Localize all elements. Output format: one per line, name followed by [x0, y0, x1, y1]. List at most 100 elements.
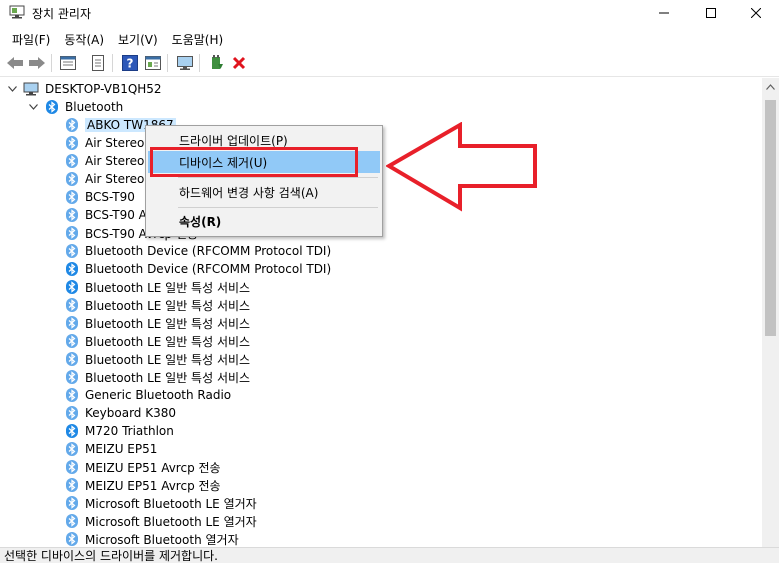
tree-root-label: DESKTOP-VB1QH52 [45, 82, 162, 96]
tree-device-item[interactable]: Microsoft Bluetooth LE 열거자 [66, 512, 257, 530]
scroll-up-button[interactable] [762, 78, 779, 95]
maximize-button[interactable] [688, 0, 734, 26]
tree-device-item[interactable]: Bluetooth Device (RFCOMM Protocol TDI) [66, 242, 331, 260]
tree-device-item[interactable]: BCS-T90 A [66, 206, 147, 224]
tree-device-item[interactable]: Bluetooth LE 일반 특성 서비스 [66, 278, 250, 296]
document-button[interactable] [88, 54, 108, 72]
tree-device-item[interactable]: Bluetooth LE 일반 특성 서비스 [66, 332, 250, 350]
tree-device-item[interactable]: Bluetooth LE 일반 특성 서비스 [66, 314, 250, 332]
bluetooth-icon [66, 226, 78, 240]
monitor-button[interactable] [175, 54, 195, 72]
bluetooth-icon [66, 442, 78, 456]
bluetooth-icon [66, 208, 78, 222]
tree-device-label: BCS-T90 [85, 190, 135, 204]
help-icon: ? [122, 55, 138, 71]
toolbar-separator [199, 54, 200, 72]
properties-grid-button[interactable] [58, 54, 78, 72]
bluetooth-icon [66, 352, 78, 366]
tree-device-item[interactable]: Keyboard K380 [66, 404, 176, 422]
bluetooth-icon [66, 460, 78, 474]
tree-device-item[interactable]: Air Stereo [66, 134, 144, 152]
tree-device-item[interactable]: Bluetooth LE 일반 특성 서비스 [66, 368, 250, 386]
bluetooth-icon [66, 298, 78, 312]
help-button[interactable]: ? [120, 54, 140, 72]
view-icon [145, 56, 161, 70]
tree-device-label: Bluetooth LE 일반 특성 서비스 [85, 352, 251, 367]
bluetooth-icon [66, 172, 78, 186]
update-driver-button[interactable] [207, 54, 227, 72]
back-icon [7, 57, 23, 69]
bluetooth-icon [66, 280, 78, 294]
tree-device-item[interactable]: MEIZU EP51 [66, 440, 157, 458]
tree-device-label: Bluetooth LE 일반 특성 서비스 [85, 370, 251, 385]
title-bar: 장치 관리자 [0, 0, 779, 26]
menu-view[interactable]: 보기(V) [112, 28, 164, 48]
bluetooth-icon [66, 334, 78, 348]
tree-root[interactable]: DESKTOP-VB1QH52 [6, 80, 162, 98]
chevron-down-icon[interactable] [27, 98, 39, 116]
chevron-down-icon[interactable] [6, 80, 18, 98]
bluetooth-icon [66, 532, 78, 546]
tree-category-bluetooth[interactable]: Bluetooth [27, 98, 123, 116]
tree-device-item[interactable]: Microsoft Bluetooth 열거자 [66, 530, 239, 547]
minimize-button[interactable] [641, 0, 687, 26]
bluetooth-icon [66, 154, 78, 168]
tree-device-item[interactable]: MEIZU EP51 Avrcp 전송 [66, 476, 221, 494]
document-icon [92, 55, 104, 71]
tree-device-item[interactable]: BCS-T90 [66, 188, 135, 206]
close-icon [751, 8, 761, 18]
bluetooth-icon [66, 118, 78, 132]
menu-item-properties[interactable]: 속성(R) [148, 210, 380, 232]
tree-device-label: Bluetooth Device (RFCOMM Protocol TDI) [85, 262, 332, 276]
tree-device-item[interactable]: Microsoft Bluetooth LE 열거자 [66, 494, 257, 512]
tree-device-item[interactable]: Generic Bluetooth Radio [66, 386, 231, 404]
annotation-arrow-icon [386, 122, 537, 212]
device-manager-icon [9, 5, 25, 19]
tree-device-label: Microsoft Bluetooth LE 열거자 [85, 496, 257, 511]
tree-device-item[interactable]: Air Stereo [66, 152, 144, 170]
tree-device-label: MEIZU EP51 [85, 442, 158, 456]
tree-device-item[interactable]: Bluetooth LE 일반 특성 서비스 [66, 296, 250, 314]
tree-device-item[interactable]: Bluetooth LE 일반 특성 서비스 [66, 350, 250, 368]
toolbar: ? [0, 50, 779, 77]
properties-grid-icon [60, 56, 76, 70]
menu-separator [178, 207, 378, 208]
close-button[interactable] [733, 0, 779, 26]
bluetooth-icon [66, 370, 78, 384]
annotation-highlight-box [150, 147, 358, 177]
back-button[interactable] [5, 54, 25, 72]
maximize-icon [706, 8, 716, 18]
bluetooth-icon [46, 100, 58, 114]
tree-device-label: Keyboard K380 [85, 406, 176, 420]
tree-device-label: MEIZU EP51 Avrcp 전송 [85, 478, 221, 493]
menu-help[interactable]: 도움말(H) [166, 28, 230, 48]
tree-device-item[interactable]: Air Stereo [66, 170, 144, 188]
scroll-thumb[interactable] [765, 100, 776, 336]
uninstall-icon [232, 56, 246, 70]
tree-category-label: Bluetooth [65, 100, 124, 114]
update-driver-icon [212, 55, 223, 69]
tree-device-item[interactable]: Bluetooth Device (RFCOMM Protocol TDI) [66, 260, 331, 278]
bluetooth-icon [66, 424, 78, 438]
bluetooth-icon [66, 478, 78, 492]
uninstall-button[interactable] [229, 54, 249, 72]
bluetooth-icon [66, 406, 78, 420]
toolbar-separator [112, 54, 113, 72]
tree-device-label: Bluetooth LE 일반 특성 서비스 [85, 316, 251, 331]
tree-device-label: Generic Bluetooth Radio [85, 388, 232, 402]
toolbar-separator [167, 54, 168, 72]
toolbar-separator [51, 54, 52, 72]
tree-device-item[interactable]: M720 Triathlon [66, 422, 174, 440]
tree-device-label: BCS-T90 A [85, 208, 147, 222]
tree-device-item[interactable]: MEIZU EP51 Avrcp 전송 [66, 458, 221, 476]
bluetooth-icon [66, 136, 78, 150]
menu-file[interactable]: 파일(F) [6, 28, 56, 48]
bluetooth-icon [66, 190, 78, 204]
view-button[interactable] [143, 54, 163, 72]
chevron-up-icon [766, 83, 775, 90]
menu-action[interactable]: 동작(A) [58, 28, 110, 48]
forward-button[interactable] [27, 54, 47, 72]
tree-device-label: M720 Triathlon [85, 424, 174, 438]
menu-item-scan-hardware[interactable]: 하드웨어 변경 사항 검색(A) [148, 181, 380, 203]
vertical-scrollbar[interactable] [762, 78, 779, 547]
